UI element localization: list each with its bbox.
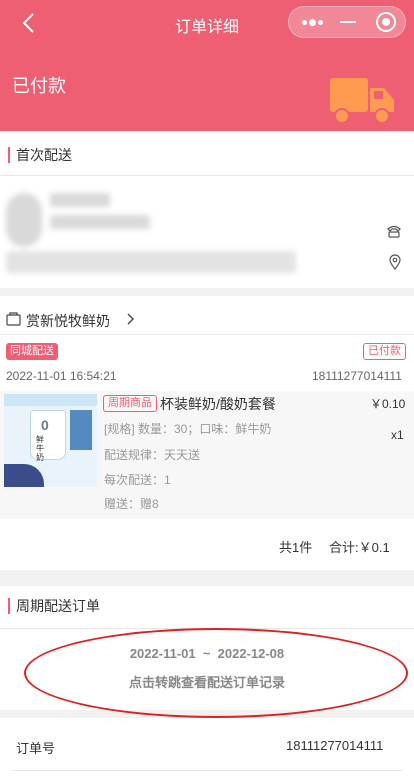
product-spec: [规格] 数量：30；口味：鲜牛奶 (104, 422, 272, 436)
more-menu-icon[interactable] (291, 7, 329, 37)
blurred-avatar (6, 193, 42, 247)
per-delivery: 每次配送：1 (104, 473, 171, 487)
delivery-section-title: 首次配送 (8, 147, 72, 163)
order-info-card: 订单号 18111277014111 (0, 718, 414, 780)
order-number: 18111277014111 (312, 369, 402, 383)
shop-icon (6, 312, 21, 326)
product-card: 赏新悦牧鲜奶 同城配送 已付款 2022-11-01 16:54:21 1811… (0, 296, 414, 570)
order-no-label: 订单号 (16, 741, 56, 756)
phone-icon[interactable] (386, 223, 402, 239)
blurred-name (50, 193, 110, 207)
order-status: 已付款 (12, 76, 66, 96)
product-qty: x1 (391, 428, 404, 442)
order-header: 订单详细 已付款 (0, 0, 414, 131)
period-product-tag: 周期商品 (103, 395, 157, 412)
divider (12, 770, 402, 771)
product-name: 杯装鲜奶/酸奶套餐 (160, 396, 276, 412)
total-amount: 合计:￥0.1 (329, 540, 390, 555)
order-no-value: 18111277014111 (286, 738, 384, 753)
pay-status-tag: 已付款 (363, 343, 406, 360)
minimize-icon[interactable] (329, 7, 367, 37)
shop-name: 赏新悦牧鲜奶 (26, 313, 110, 329)
same-city-delivery-tag: 同城配送 (6, 343, 58, 360)
chevron-right-icon (127, 313, 134, 325)
red-annotation-ellipse (24, 628, 408, 718)
mini-program-capsule (288, 6, 406, 38)
blurred-address (6, 251, 296, 273)
delivery-card: 首次配送 (0, 131, 414, 288)
delivery-rule: 配送规律：天天送 (104, 448, 201, 462)
order-time: 2022-11-01 16:54:21 (6, 369, 117, 383)
product-image: 0 鲜牛奶 (4, 394, 97, 487)
truck-icon (330, 78, 394, 124)
divider (0, 175, 414, 176)
milk-cup-graphic: 0 鲜牛奶 (30, 410, 66, 462)
period-section-title: 周期配送订单 (8, 598, 100, 614)
close-target-icon[interactable] (367, 7, 405, 37)
divider (0, 334, 414, 335)
product-row[interactable]: 0 鲜牛奶 周期商品 杯装鲜奶/酸奶套餐 ￥0.10 x1 [规格] 数量：30… (0, 391, 414, 519)
location-pin-icon[interactable] (387, 254, 403, 270)
total-count: 共1件 (279, 540, 313, 555)
product-price: ￥0.10 (370, 397, 406, 411)
blurred-phone (50, 215, 150, 229)
nav-bar: 订单详细 (0, 0, 414, 46)
gift-info: 赠送：赠8 (104, 497, 159, 511)
